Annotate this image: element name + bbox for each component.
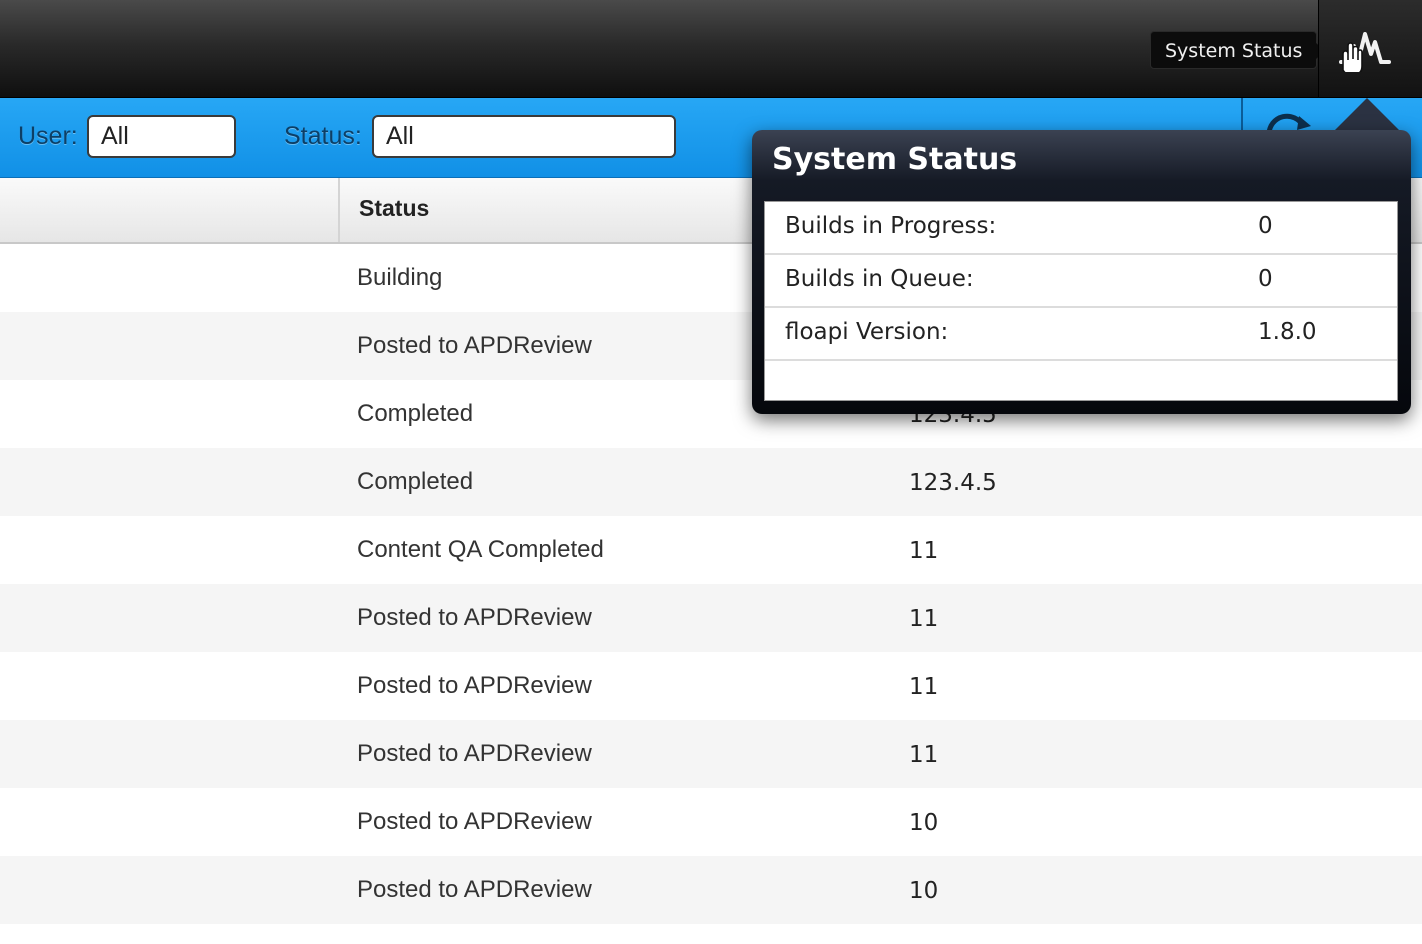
- stat-row-builds-in-progress: Builds in Progress: 0: [765, 202, 1397, 255]
- stat-label: floapi Version:: [785, 319, 949, 345]
- activity-graph-icon: [1339, 32, 1391, 72]
- user-filter-label: User:: [18, 122, 78, 150]
- version-cell: 11: [909, 742, 939, 768]
- status-cell: Posted to APDReview: [357, 808, 592, 835]
- status-cell: Posted to APDReview: [357, 672, 592, 699]
- popover-arrow: [1333, 98, 1401, 132]
- system-status-button[interactable]: [1318, 0, 1422, 97]
- refresh-button[interactable]: [1241, 98, 1333, 135]
- status-cell: Building: [357, 264, 443, 291]
- table-row[interactable]: Posted to APDReview 11: [0, 652, 1422, 720]
- version-cell: 11: [909, 538, 939, 564]
- status-cell: Posted to APDReview: [357, 332, 592, 359]
- stat-row-builds-in-queue: Builds in Queue: 0: [765, 255, 1397, 308]
- status-cell: Posted to APDReview: [357, 604, 592, 631]
- user-filter-input[interactable]: All: [87, 115, 236, 158]
- table-row[interactable]: Posted to APDReview 10: [0, 856, 1422, 924]
- hand-cursor-icon: [1342, 42, 1363, 72]
- system-status-list: Builds in Progress: 0 Builds in Queue: 0…: [764, 201, 1398, 401]
- table-row[interactable]: Posted to APDReview 11: [0, 720, 1422, 788]
- stat-label: Builds in Queue:: [785, 266, 974, 292]
- popover-title: System Status: [772, 142, 1018, 177]
- table-row[interactable]: Completed 123.4.5: [0, 448, 1422, 516]
- version-cell: 10: [909, 810, 939, 836]
- version-cell: 123.4.5: [909, 470, 997, 496]
- status-cell: Content QA Completed: [357, 536, 604, 563]
- version-cell: 11: [909, 674, 939, 700]
- stat-row-floapi-version: floapi Version: 1.8.0: [765, 308, 1397, 361]
- table-row[interactable]: Posted to APDReview 10: [0, 788, 1422, 856]
- stat-value: 1.8.0: [1258, 319, 1317, 345]
- table-row[interactable]: Content QA Completed 11: [0, 516, 1422, 584]
- version-cell: 10: [909, 878, 939, 904]
- system-status-popover: System Status Builds in Progress: 0 Buil…: [752, 130, 1411, 414]
- column-divider[interactable]: [338, 178, 340, 242]
- status-cell: Posted to APDReview: [357, 876, 592, 903]
- status-cell: Completed: [357, 468, 474, 495]
- stat-value: 0: [1258, 266, 1273, 292]
- status-filter-label: Status:: [284, 122, 362, 150]
- system-status-tooltip: System Status: [1150, 31, 1326, 69]
- stat-value: 0: [1258, 213, 1273, 239]
- stat-label: Builds in Progress:: [785, 213, 997, 239]
- top-bar: System Status: [0, 0, 1422, 98]
- status-cell: Posted to APDReview: [357, 740, 592, 767]
- status-column-header[interactable]: Status: [359, 195, 429, 222]
- status-cell: Completed: [357, 400, 474, 427]
- status-filter-input[interactable]: All: [372, 115, 676, 158]
- version-cell: 11: [909, 606, 939, 632]
- table-row[interactable]: Posted to APDReview 11: [0, 584, 1422, 652]
